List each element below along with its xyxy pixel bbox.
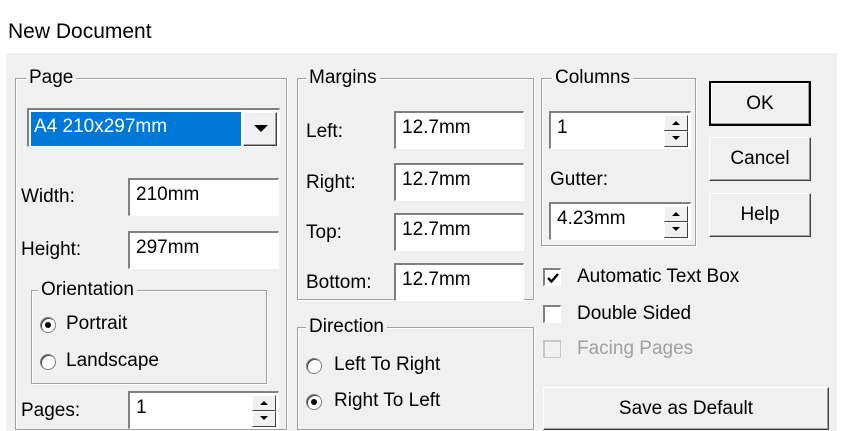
margin-right-label: Right: <box>306 172 356 193</box>
gutter-spin-up[interactable] <box>664 206 688 222</box>
margin-left-field[interactable] <box>394 111 524 149</box>
pages-spin-down[interactable] <box>252 411 276 427</box>
margin-top-label: Top: <box>306 222 342 243</box>
new-document-dialog: Page A4 210x297mm Width: Height: Orienta… <box>6 53 837 431</box>
checkmark-icon <box>547 273 559 284</box>
columns-groupbox: Columns Gutter: <box>541 67 696 246</box>
page-size-combo[interactable]: A4 210x297mm <box>27 108 280 147</box>
gutter-spin-down[interactable] <box>664 222 688 238</box>
pages-spinner[interactable] <box>128 391 279 429</box>
facing-pages-label: Facing Pages <box>577 338 694 359</box>
width-field[interactable] <box>128 178 279 216</box>
chevron-down-icon <box>254 125 268 132</box>
rtl-label[interactable]: Right To Left <box>334 390 440 412</box>
portrait-radio[interactable] <box>40 317 56 333</box>
direction-groupbox: Direction Left To Right Right To Left <box>297 316 534 430</box>
height-input[interactable] <box>136 237 274 259</box>
pages-spin-buttons[interactable] <box>252 395 276 427</box>
gutter-spinner[interactable] <box>549 202 691 240</box>
margin-top-input[interactable] <box>402 219 519 241</box>
margin-left-input[interactable] <box>402 117 519 139</box>
gutter-spin-buttons[interactable] <box>664 206 688 238</box>
columns-spin-up[interactable] <box>664 115 688 131</box>
margin-left-label: Left: <box>306 121 343 142</box>
height-field[interactable] <box>128 231 279 269</box>
orientation-groupbox: Orientation Portrait Landscape <box>31 279 267 384</box>
dialog-title: New Document <box>8 20 152 43</box>
auto-text-box-label[interactable]: Automatic Text Box <box>577 266 739 288</box>
spin-up-icon <box>672 121 680 125</box>
columns-spinner[interactable] <box>549 111 691 149</box>
spin-down-icon <box>672 227 680 231</box>
spin-down-icon <box>260 416 268 420</box>
landscape-radio[interactable] <box>40 354 56 370</box>
save-as-default-button[interactable]: Save as Default <box>543 387 829 430</box>
margin-bottom-label: Bottom: <box>306 272 372 293</box>
ok-button[interactable]: OK <box>709 81 811 126</box>
portrait-label[interactable]: Portrait <box>66 313 127 335</box>
ltr-radio[interactable] <box>306 358 322 374</box>
gutter-input[interactable] <box>557 208 657 230</box>
pages-spin-up[interactable] <box>252 395 276 411</box>
double-sided-label[interactable]: Double Sided <box>577 303 691 325</box>
pages-input[interactable] <box>136 397 246 419</box>
columns-legend: Columns <box>552 67 633 89</box>
margin-right-field[interactable] <box>394 163 524 201</box>
gutter-label: Gutter: <box>550 169 609 190</box>
radio-dot-icon <box>311 399 317 405</box>
margin-top-field[interactable] <box>394 213 524 251</box>
help-button[interactable]: Help <box>709 193 811 237</box>
width-input[interactable] <box>136 184 274 206</box>
spin-up-icon <box>260 401 268 405</box>
radio-dot-icon <box>45 322 51 328</box>
page-size-dropdown-button[interactable] <box>243 112 277 146</box>
page-legend: Page <box>26 67 77 89</box>
ltr-label[interactable]: Left To Right <box>334 354 440 376</box>
double-sided-checkbox[interactable] <box>543 305 561 323</box>
landscape-label[interactable]: Landscape <box>66 350 159 372</box>
auto-text-box-checkbox[interactable] <box>543 268 561 286</box>
margin-right-input[interactable] <box>402 169 519 191</box>
margins-legend: Margins <box>306 67 380 89</box>
page-groupbox: Page A4 210x297mm Width: Height: Orienta… <box>15 67 287 430</box>
facing-pages-checkbox <box>543 340 561 358</box>
spin-up-icon <box>672 212 680 216</box>
columns-spin-down[interactable] <box>664 131 688 147</box>
margins-groupbox: Margins Left: Right: Top: Bottom: <box>297 67 534 301</box>
pages-label: Pages: <box>21 400 81 421</box>
height-label: Height: <box>21 239 82 260</box>
orientation-legend: Orientation <box>38 279 137 301</box>
page-size-value: A4 210x297mm <box>31 112 241 146</box>
width-label: Width: <box>21 186 75 207</box>
margin-bottom-input[interactable] <box>402 269 519 291</box>
margin-bottom-field[interactable] <box>394 263 524 301</box>
cancel-button[interactable]: Cancel <box>709 137 811 181</box>
rtl-radio[interactable] <box>306 394 322 410</box>
direction-legend: Direction <box>306 316 387 338</box>
columns-spin-buttons[interactable] <box>664 115 688 147</box>
spin-down-icon <box>672 136 680 140</box>
columns-input[interactable] <box>557 117 657 139</box>
